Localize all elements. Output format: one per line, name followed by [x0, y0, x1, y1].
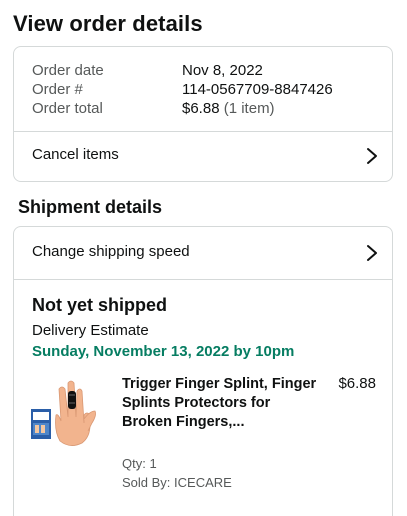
- change-shipping-speed-label: Change shipping speed: [32, 243, 190, 260]
- order-total-value: $6.88: [182, 100, 220, 117]
- order-item-count: (1 item): [223, 100, 275, 117]
- shipment-card: Change shipping speed Not yet shipped De…: [13, 226, 393, 516]
- page-title: View order details: [13, 11, 203, 36]
- order-summary-card: Order date Nov 8, 2022 Order # 114-05677…: [13, 46, 393, 182]
- change-shipping-speed-button[interactable]: Change shipping speed: [14, 229, 392, 277]
- chevron-right-icon: [367, 245, 377, 261]
- product-price: $6.88: [338, 375, 376, 392]
- shipment-section-title: Shipment details: [18, 197, 163, 217]
- product-quantity: Qty: 1: [122, 456, 157, 471]
- divider: [14, 279, 392, 280]
- order-number-label: Order #: [32, 81, 83, 98]
- finger-splint-product-image[interactable]: [30, 371, 98, 449]
- shipment-status: Not yet shipped: [32, 295, 168, 315]
- delivery-estimate-label: Delivery Estimate: [32, 322, 149, 339]
- cancel-items-button[interactable]: Cancel items: [14, 132, 392, 180]
- order-date-value: Nov 8, 2022: [182, 62, 263, 79]
- order-total-label: Order total: [32, 100, 103, 117]
- cancel-items-label: Cancel items: [32, 146, 119, 163]
- product-seller: Sold By: ICECARE: [122, 475, 232, 490]
- order-number-value: 114-0567709-8847426: [182, 81, 333, 98]
- order-date-label: Order date: [32, 62, 104, 79]
- product-name-link[interactable]: Trigger Finger Splint, Finger Splints Pr…: [122, 375, 322, 432]
- order-total-value-group: $6.88 (1 item): [182, 99, 275, 118]
- delivery-estimate-date: Sunday, November 13, 2022 by 10pm: [32, 343, 295, 360]
- chevron-right-icon: [367, 148, 377, 164]
